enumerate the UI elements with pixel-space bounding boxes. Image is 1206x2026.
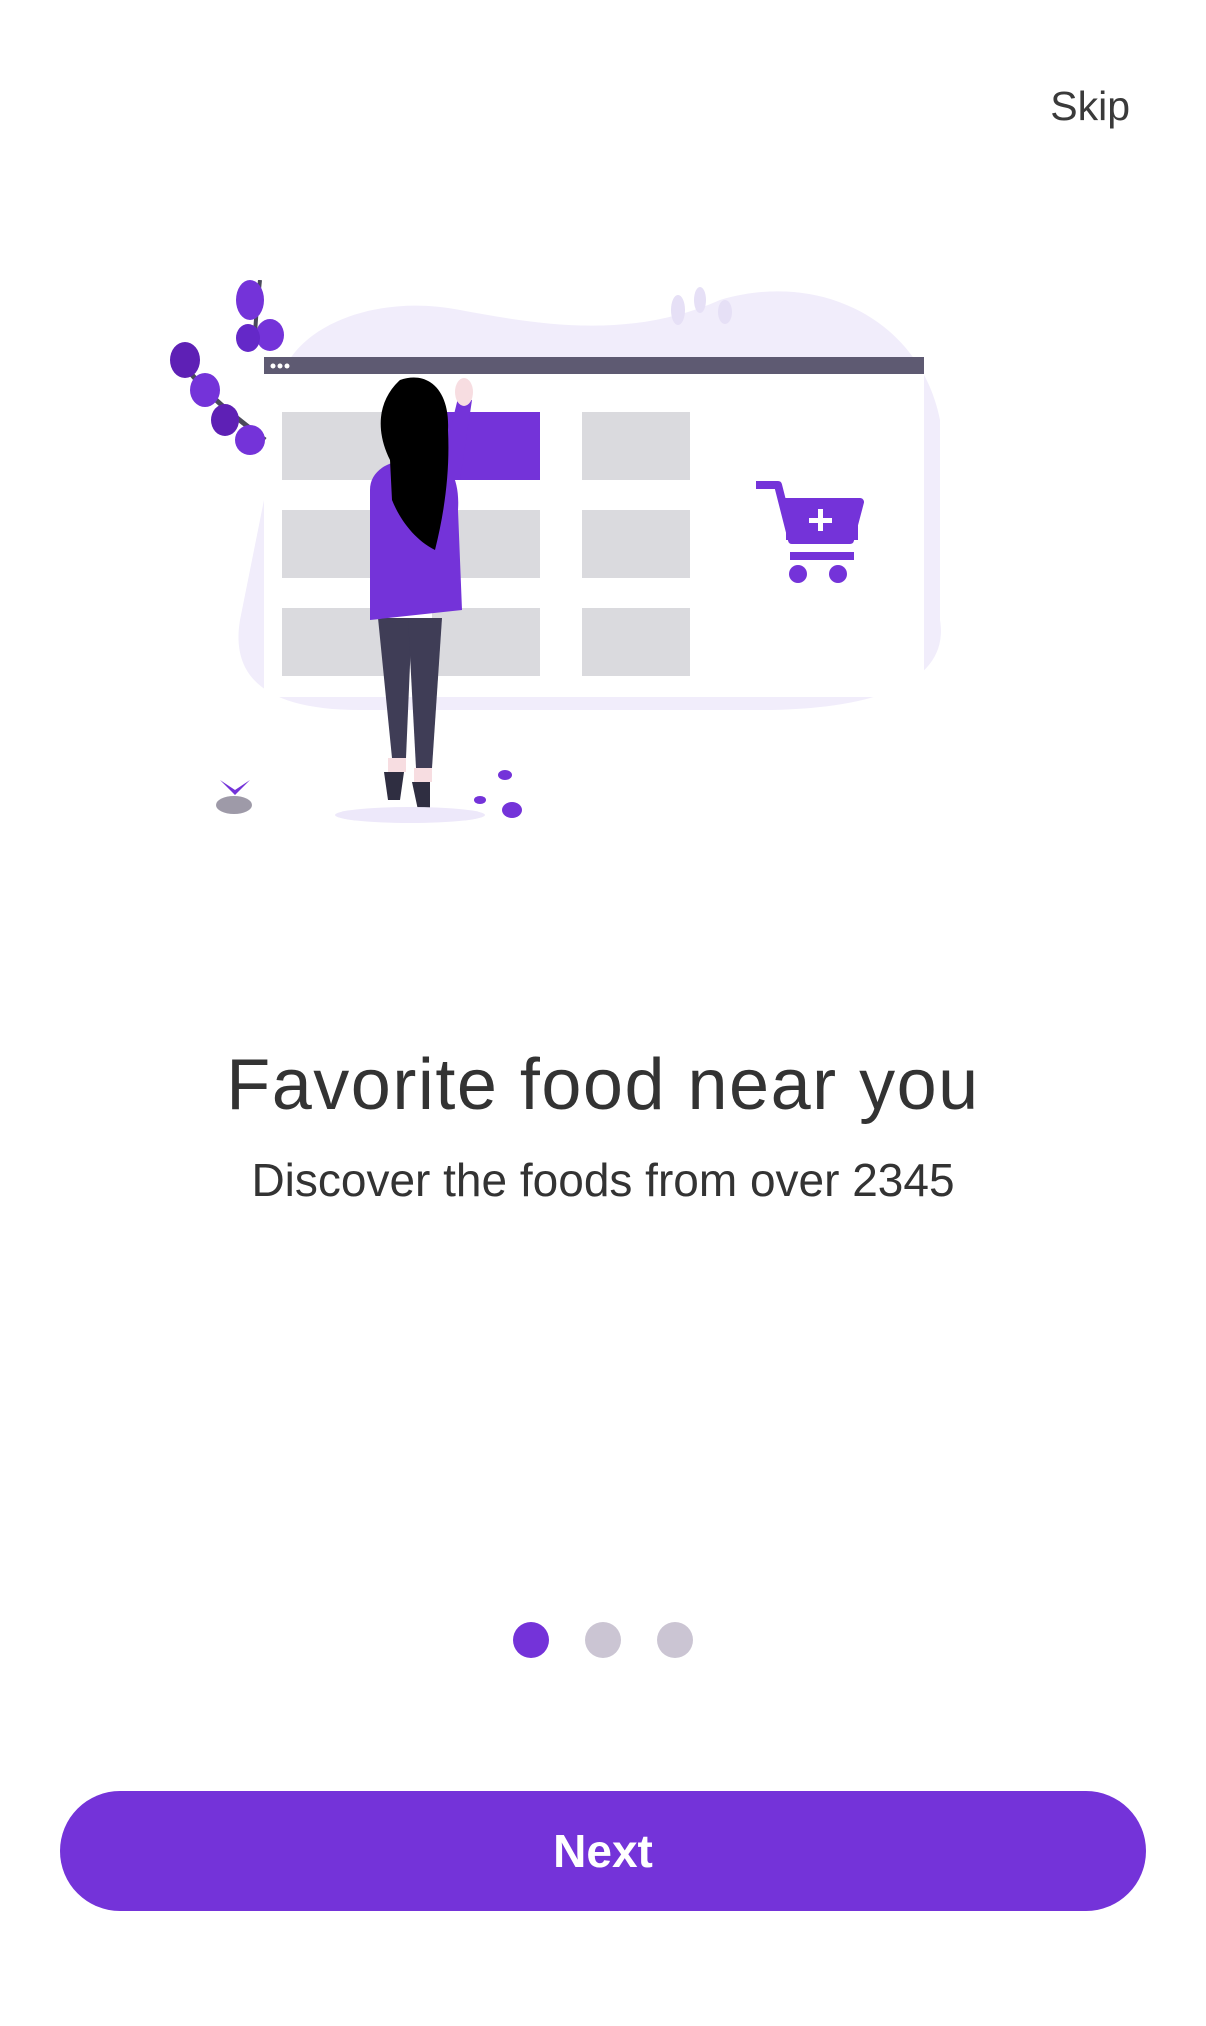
onboarding-illustration — [160, 279, 960, 900]
woman-figure — [370, 377, 473, 810]
pager-dots — [0, 1622, 1206, 1658]
pager-dot-2[interactable] — [585, 1622, 621, 1658]
pager-dot-3[interactable] — [657, 1622, 693, 1658]
onboarding-subtitle: Discover the foods from over 2345 — [251, 1154, 955, 1206]
skip-button[interactable]: Skip — [1050, 78, 1130, 134]
shopping-illustration — [170, 279, 941, 823]
next-button[interactable]: Next — [60, 1791, 1146, 1911]
pager-dot-1[interactable] — [513, 1622, 549, 1658]
onboarding-title: Favorite food near you — [226, 1045, 980, 1125]
